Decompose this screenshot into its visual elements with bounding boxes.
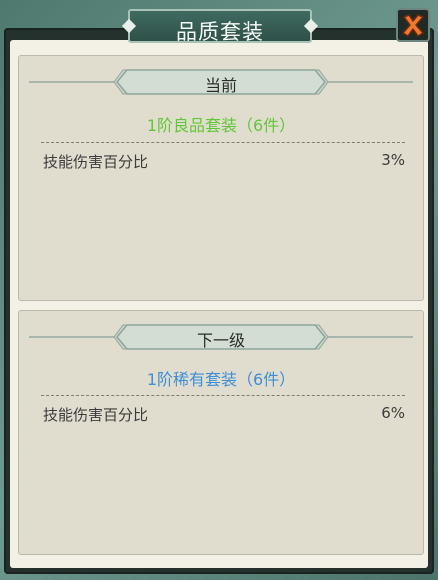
close-button[interactable] — [396, 8, 430, 42]
attr-label: 技能伤害百分比 — [43, 406, 149, 424]
attr-value: 6% — [381, 404, 405, 422]
current-header: 当前 — [204, 76, 237, 95]
next-banner: 下一级 — [19, 323, 423, 351]
current-set-name: 1阶良品套装（6件） — [146, 116, 296, 135]
current-set-section: 当前 1阶良品套装（6件） 技能伤害百分比 3% — [18, 55, 424, 301]
next-set-section: 下一级 1阶稀有套装（6件） 技能伤害百分比 6% — [18, 310, 424, 555]
window-title: 品质套装 — [176, 20, 264, 44]
divider — [41, 142, 405, 143]
next-set-name: 1阶稀有套装（6件） — [146, 370, 296, 389]
attr-label: 技能伤害百分比 — [43, 153, 149, 171]
next-header: 下一级 — [196, 331, 245, 350]
current-banner: 当前 — [19, 68, 423, 96]
attr-value: 3% — [381, 151, 405, 169]
title-plate: 品质套装 — [128, 9, 312, 44]
close-x-icon — [402, 14, 424, 37]
next-attr-row: 技能伤害百分比 6% — [43, 404, 405, 425]
divider — [41, 395, 405, 396]
current-attr-row: 技能伤害百分比 3% — [43, 151, 405, 172]
